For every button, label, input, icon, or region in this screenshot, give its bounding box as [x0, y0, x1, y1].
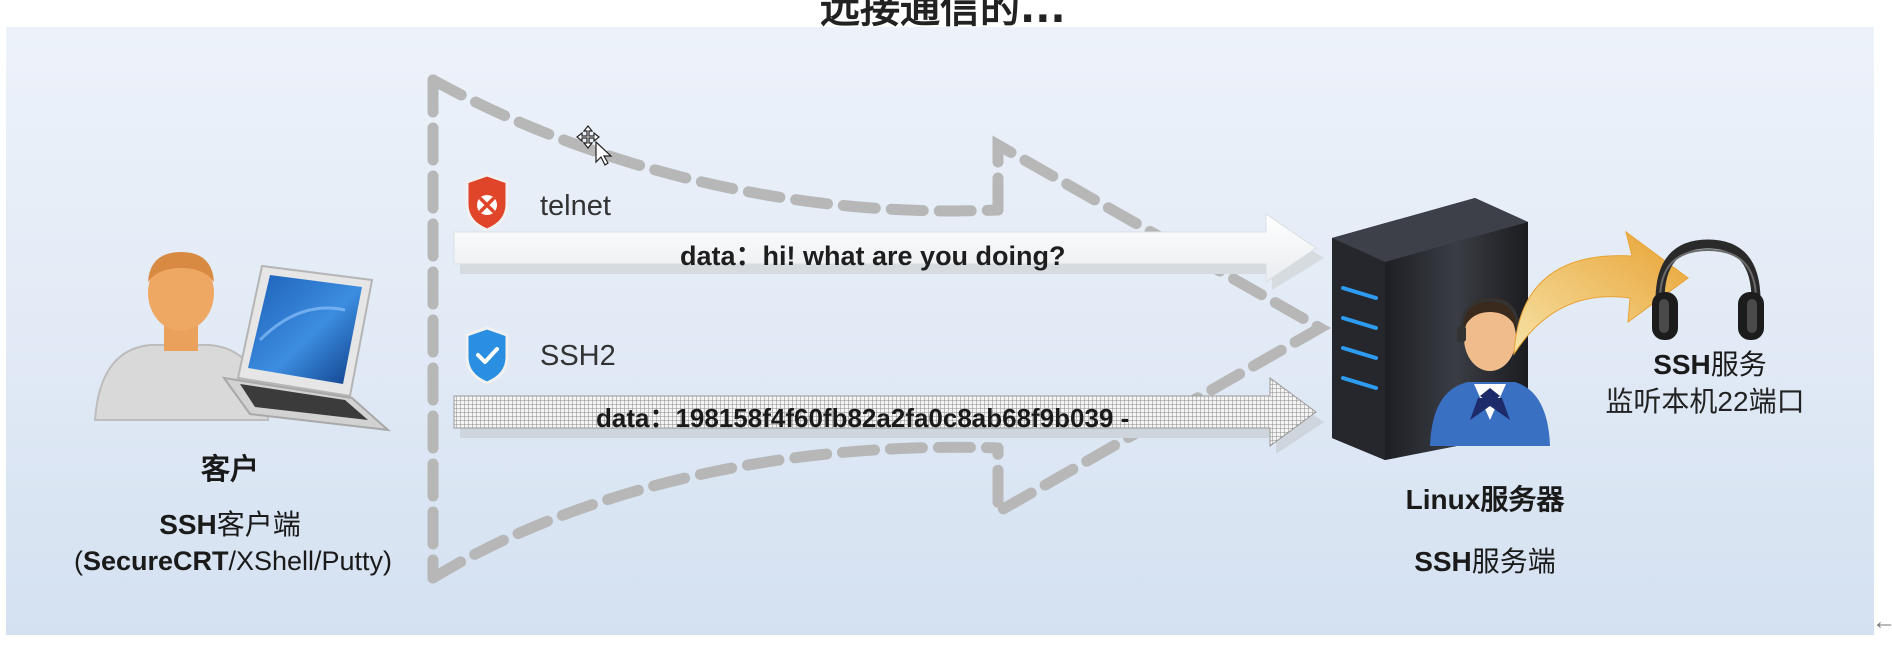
- telnet-label: telnet: [540, 190, 611, 222]
- client-apps-primary: SecureCRT: [82, 546, 229, 576]
- telnet-data-text: data：hi! what are you doing?: [680, 241, 1066, 271]
- laptop-icon: [221, 264, 392, 432]
- client-apps-rest: /XShell/Putty): [228, 546, 393, 576]
- dashed-flow-arrow: [427, 74, 1332, 584]
- slide-title-fragment: 远接通信的...: [820, 0, 1066, 32]
- client-role-suffix: 客户端: [216, 509, 301, 540]
- shield-x-icon: [465, 173, 509, 232]
- back-arrow-icon[interactable]: ←: [1872, 608, 1892, 636]
- client-role: SSH客户端: [110, 503, 350, 543]
- shield-check-icon: [465, 326, 509, 385]
- listener-title-prefix: SSH: [1653, 349, 1711, 380]
- client-apps-open: (: [73, 546, 83, 576]
- client-role-prefix: SSH: [159, 509, 217, 540]
- client-apps: (SecureCRT/XShell/Putty): [58, 546, 408, 577]
- server-role: SSH服务端: [1380, 540, 1590, 580]
- client-name: 客户: [200, 454, 259, 486]
- listener-title-suffix: 服务: [1710, 349, 1767, 380]
- ssh2-label: SSH2: [540, 340, 616, 372]
- server-role-suffix: 服务端: [1471, 546, 1556, 577]
- listener-description: 监听本机22端口: [1605, 386, 1805, 417]
- server-role-prefix: SSH: [1414, 546, 1472, 577]
- listener-title: SSH服务: [1610, 343, 1810, 383]
- server-name: Linux服务器: [1405, 484, 1565, 515]
- ssh2-data-text: data：198158f4f60fb82a2fa0c8ab68f9b039 -: [596, 403, 1130, 433]
